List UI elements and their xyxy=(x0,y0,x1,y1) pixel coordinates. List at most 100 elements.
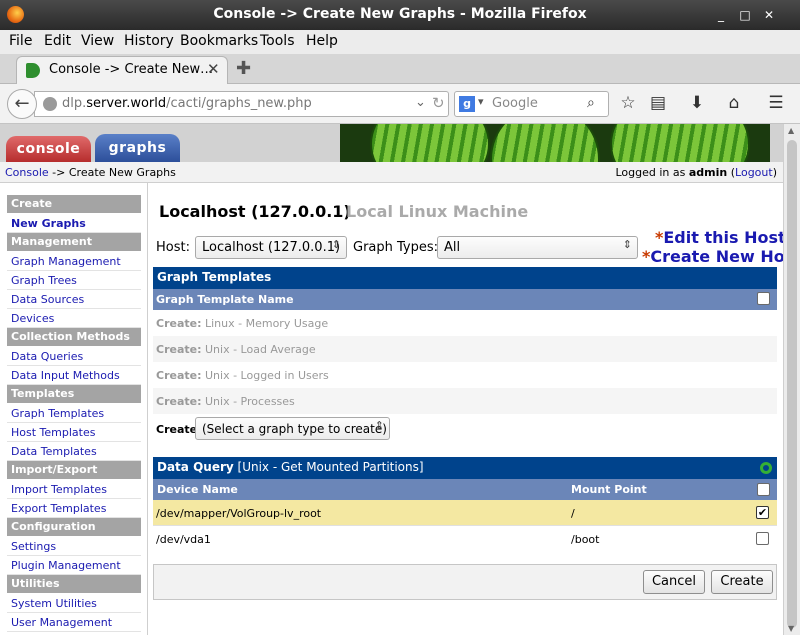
sidebar-item-settings[interactable]: Settings xyxy=(7,537,141,556)
mount-point-column: Mount Point xyxy=(571,483,647,496)
device-name: /dev/vda1 xyxy=(156,533,211,546)
scrollbar-thumb[interactable] xyxy=(787,140,797,628)
sidebar-item-data-templates[interactable]: Data Templates xyxy=(7,442,141,461)
sidebar-item-import-templates[interactable]: Import Templates xyxy=(7,480,141,499)
table-row[interactable]: /dev/vda1 /boot xyxy=(153,526,777,552)
sidebar-section-configuration: Configuration xyxy=(7,518,141,536)
close-icon[interactable]: ✕ xyxy=(761,7,777,23)
scroll-up-icon[interactable]: ▲ xyxy=(788,126,794,135)
window-title: Console -> Create New Graphs - Mozilla F… xyxy=(213,6,587,22)
breadcrumb-console-link[interactable]: Console xyxy=(5,166,49,179)
reload-query-icon[interactable] xyxy=(760,462,772,474)
graph-types-select[interactable]: All ⇕ xyxy=(437,236,638,259)
select-all-partitions-checkbox[interactable] xyxy=(757,483,770,496)
select-arrows-icon: ⇕ xyxy=(374,419,384,432)
cacti-favicon xyxy=(26,63,40,78)
sidebar-item-new-graphs[interactable]: New Graphs xyxy=(7,214,141,233)
sidebar-item-graph-templates[interactable]: Graph Templates xyxy=(7,404,141,423)
search-placeholder: Google xyxy=(492,96,538,111)
console-tab[interactable]: console xyxy=(6,136,91,162)
sidebar-item-devices[interactable]: Devices xyxy=(7,309,141,328)
menu-view[interactable]: View xyxy=(81,33,114,49)
table-row: Create: Unix - Logged in Users xyxy=(153,362,777,388)
history-dropdown-icon[interactable]: ⌄ xyxy=(415,95,426,110)
sidebar-section-management: Management xyxy=(7,233,141,251)
sidebar-item-graph-trees[interactable]: Graph Trees xyxy=(7,271,141,290)
create-host-link[interactable]: *Create New Host xyxy=(642,247,783,266)
search-bar[interactable]: g ▾ Google ⌕ xyxy=(454,91,609,117)
menu-bookmarks[interactable]: Bookmarks xyxy=(180,33,258,49)
graph-types-label: Graph Types: xyxy=(353,240,439,255)
sidebar-item-user-management[interactable]: User Management xyxy=(7,613,141,632)
sidebar-item-data-sources[interactable]: Data Sources xyxy=(7,290,141,309)
table-row: Create: Unix - Load Average xyxy=(153,336,777,362)
menu-file[interactable]: File xyxy=(9,33,32,49)
sidebar-item-data-input-methods[interactable]: Data Input Methods xyxy=(7,366,141,385)
graph-templates-header: Graph Templates xyxy=(153,267,777,289)
sidebar-section-utilities: Utilities xyxy=(7,575,141,593)
web-page: console graphs Console -> Create New Gra… xyxy=(0,124,783,635)
reading-list-icon[interactable]: ▤ xyxy=(647,93,669,113)
tab-close-icon[interactable]: ✕ xyxy=(207,60,220,78)
sidebar-section-import-export: Import/Export xyxy=(7,461,141,479)
address-bar[interactable]: dlp.server.world/cacti/graphs_new.php ⌄ … xyxy=(34,91,449,117)
sidebar-section-collection-methods: Collection Methods xyxy=(7,328,141,346)
create-button[interactable]: Create xyxy=(711,570,773,594)
home-icon[interactable]: ⌂ xyxy=(723,93,745,113)
table-row: Create: Unix - Processes xyxy=(153,388,777,414)
host-select[interactable]: Localhost (127.0.0.1) ⇕ xyxy=(195,236,347,259)
menu-bar: File Edit View History Bookmarks Tools H… xyxy=(0,30,800,54)
sidebar-item-host-templates[interactable]: Host Templates xyxy=(7,423,141,442)
page-title: Localhost (127.0.0.1) xyxy=(159,202,351,221)
select-arrows-icon: ⇕ xyxy=(622,238,632,251)
sidebar-item-graph-management[interactable]: Graph Management xyxy=(7,252,141,271)
mount-point: / xyxy=(571,507,575,520)
table-row: Create: Linux - Memory Usage xyxy=(153,310,777,336)
google-icon[interactable]: g xyxy=(459,96,475,112)
cacti-banner-image xyxy=(340,124,770,162)
row-checkbox[interactable] xyxy=(756,532,769,545)
maximize-icon[interactable]: □ xyxy=(737,7,753,23)
sidebar-item-data-queries[interactable]: Data Queries xyxy=(7,347,141,366)
menu-help[interactable]: Help xyxy=(306,33,338,49)
sidebar-item-system-utilities[interactable]: System Utilities xyxy=(7,594,141,613)
sidebar-item-plugin-management[interactable]: Plugin Management xyxy=(7,556,141,575)
data-query-columns: Device Name Mount Point xyxy=(153,479,777,500)
edit-host-link[interactable]: *Edit this Host xyxy=(655,228,783,247)
bookmark-star-icon[interactable]: ☆ xyxy=(617,93,639,113)
page-scrollbar[interactable]: ▲ ▼ xyxy=(783,124,800,635)
new-tab-icon[interactable]: ✚ xyxy=(236,58,251,79)
minimize-icon[interactable]: _ xyxy=(713,7,729,23)
search-binoculars-icon[interactable]: ⌕ xyxy=(587,95,595,111)
search-engine-dropdown-icon[interactable]: ▾ xyxy=(478,95,484,108)
row-checkbox-checked[interactable]: ✔ xyxy=(756,506,769,519)
device-name: /dev/mapper/VolGroup-lv_root xyxy=(156,507,322,520)
menu-tools[interactable]: Tools xyxy=(260,33,295,49)
data-query-header: Data Query [Unix - Get Mounted Partition… xyxy=(153,457,777,479)
menu-hamburger-icon[interactable]: ☰ xyxy=(765,93,787,113)
browser-tab[interactable]: Console -> Create New… ✕ xyxy=(16,56,228,84)
host-description: Local Linux Machine xyxy=(346,202,529,221)
url-text: dlp.server.world/cacti/graphs_new.php xyxy=(62,96,312,111)
browser-tab-label: Console -> Create New… xyxy=(49,62,214,77)
menu-history[interactable]: History xyxy=(124,33,174,49)
site-identity-icon[interactable] xyxy=(43,97,57,111)
device-name-column: Device Name xyxy=(157,483,238,496)
cancel-button[interactable]: Cancel xyxy=(643,570,705,594)
sidebar-section-create: Create xyxy=(7,195,141,213)
graphs-tab[interactable]: graphs xyxy=(95,134,180,162)
scroll-down-icon[interactable]: ▼ xyxy=(788,624,794,633)
select-arrows-icon: ⇕ xyxy=(331,238,341,251)
downloads-icon[interactable]: ⬇ xyxy=(686,93,708,113)
select-all-templates-checkbox[interactable] xyxy=(757,292,770,305)
reload-icon[interactable]: ↻ xyxy=(432,94,445,112)
graph-type-create-select[interactable]: (Select a graph type to create) ⇕ xyxy=(195,417,390,440)
window-titlebar: Console -> Create New Graphs - Mozilla F… xyxy=(0,0,800,30)
menu-edit[interactable]: Edit xyxy=(44,33,71,49)
back-button[interactable]: ← xyxy=(7,89,37,119)
table-row[interactable]: /dev/mapper/VolGroup-lv_root / ✔ xyxy=(153,500,777,526)
login-status: Logged in as admin (Logout) xyxy=(615,166,777,179)
logout-link[interactable]: Logout xyxy=(735,166,773,179)
sidebar-item-export-templates[interactable]: Export Templates xyxy=(7,499,141,518)
login-username: admin xyxy=(688,166,728,179)
